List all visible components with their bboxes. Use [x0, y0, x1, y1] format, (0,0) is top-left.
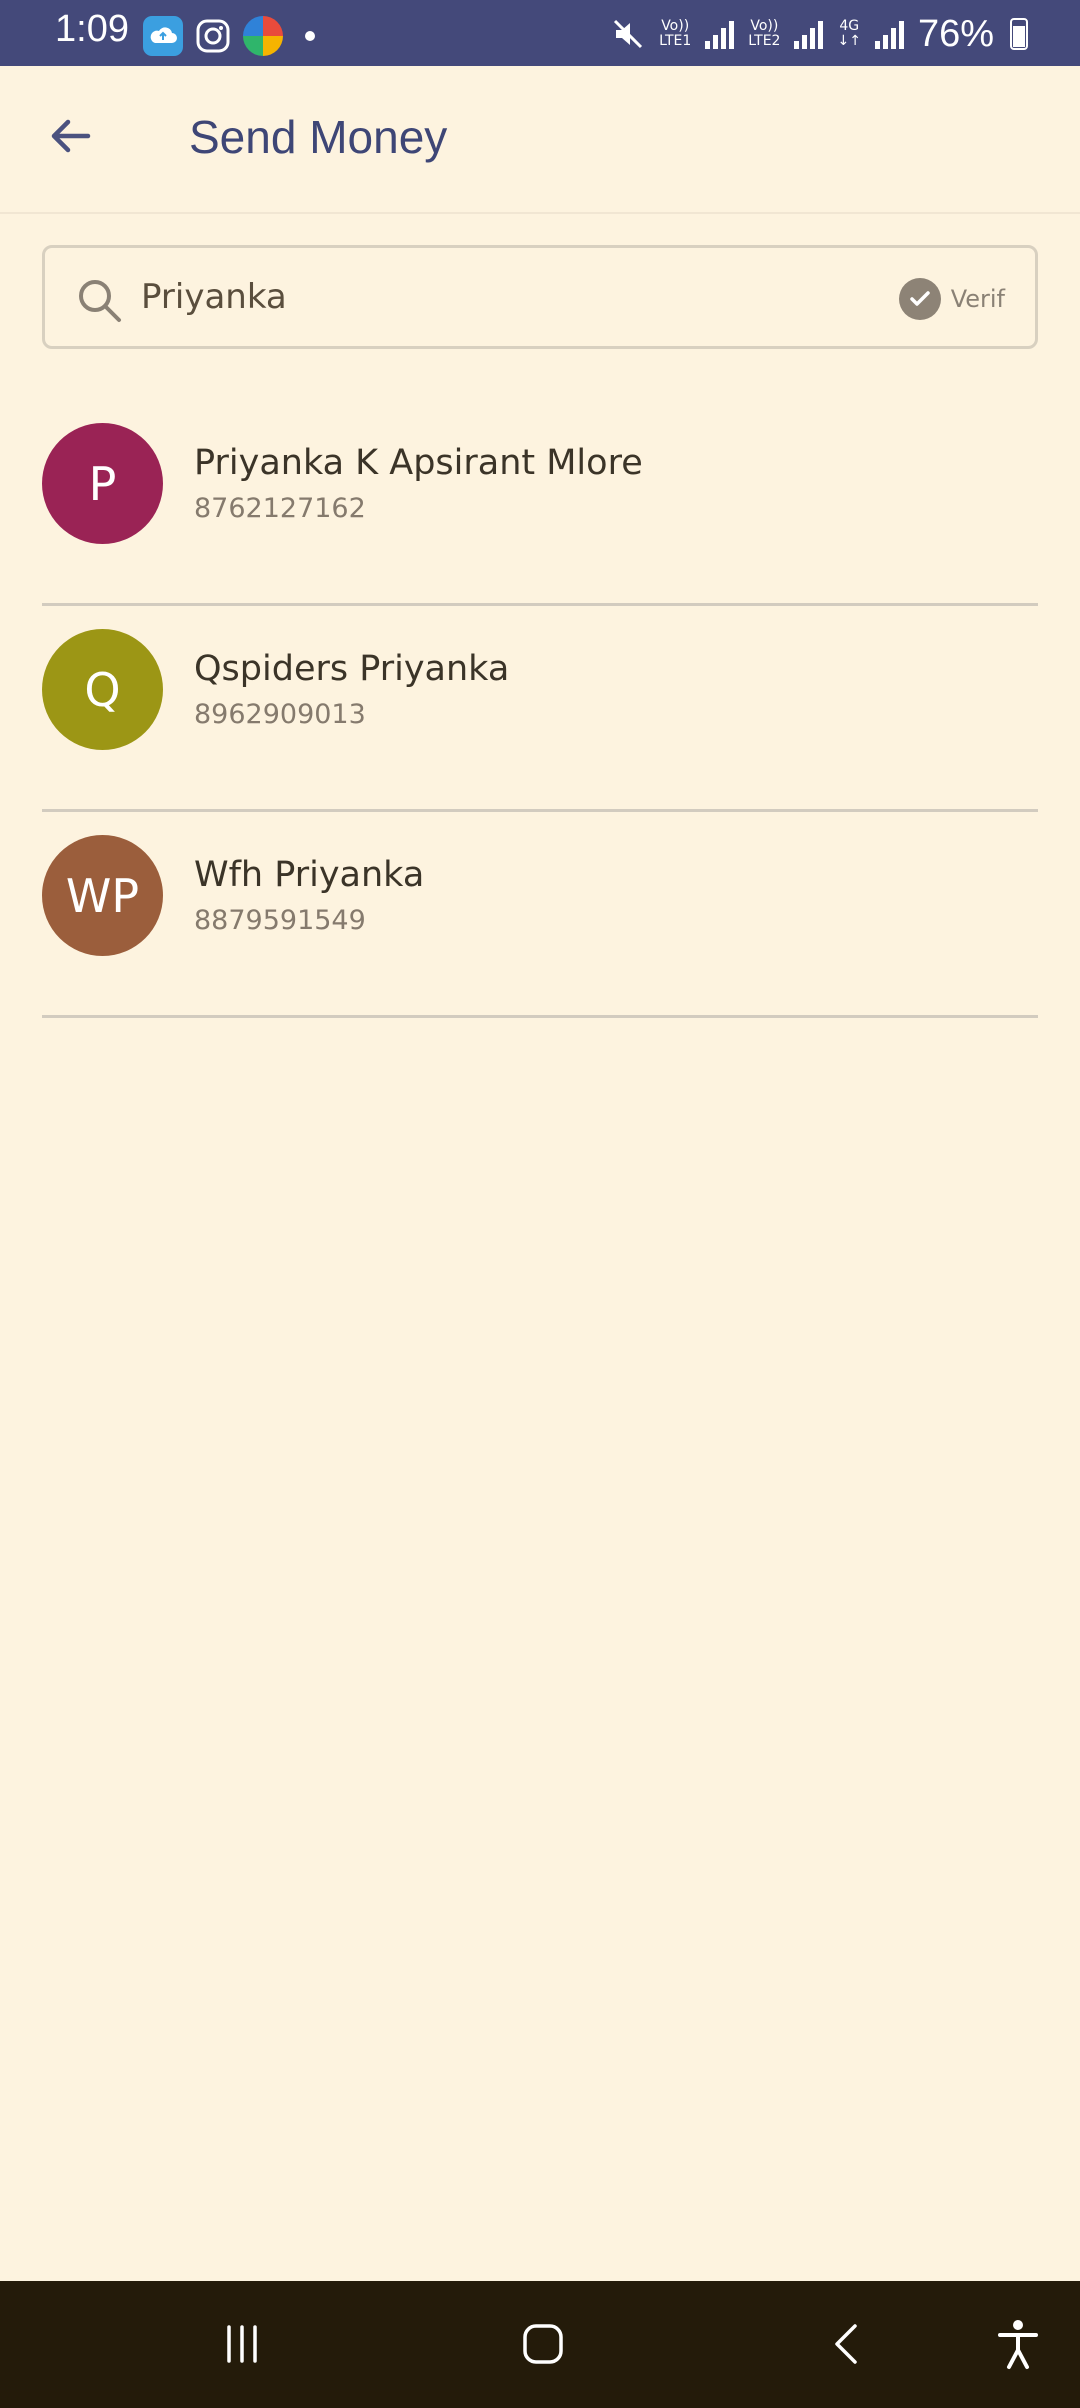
sim2-label: Vo)) LTE2 — [748, 18, 781, 49]
contact-name: Wfh Priyanka — [194, 855, 425, 895]
system-status-icons: Vo)) LTE1 Vo)) LTE2 4G ↓↑ 76% — [611, 10, 1028, 58]
notification-icons — [143, 16, 315, 56]
browser-icon — [243, 16, 283, 56]
arrow-left-icon — [51, 119, 91, 153]
recent-apps-icon — [227, 2325, 257, 2363]
verified-check-icon — [898, 278, 941, 320]
system-navigation-bar — [0, 2281, 1080, 2408]
back-button[interactable] — [38, 104, 102, 168]
verify-label: Verif — [950, 285, 1005, 313]
home-icon — [523, 2324, 563, 2364]
contact-phone: 8762127162 — [194, 493, 366, 524]
accessibility-button[interactable] — [983, 2309, 1053, 2379]
signal-icon — [874, 19, 904, 49]
recent-apps-button[interactable] — [207, 2309, 277, 2379]
back-icon — [835, 2324, 857, 2364]
contact-phone: 8879591549 — [194, 905, 366, 936]
contact-name: Qspiders Priyanka — [194, 649, 510, 689]
battery-charging-icon — [1010, 18, 1028, 50]
battery-percent: 76% — [917, 12, 994, 55]
contact-name: Priyanka K Apsirant Mlore — [194, 443, 643, 483]
verify-filter[interactable]: Verif — [898, 278, 1005, 320]
signal-icon — [705, 19, 735, 49]
search-icon — [79, 280, 121, 322]
cloud-app-icon — [143, 16, 183, 56]
home-button[interactable] — [508, 2309, 578, 2379]
accessibility-icon — [998, 2320, 1038, 2369]
status-time: 1:09 — [55, 8, 129, 50]
contact-item[interactable]: P Priyanka K Apsirant Mlore 8762127162 — [42, 400, 1038, 606]
contact-item[interactable]: Q Qspiders Priyanka 8962909013 — [42, 606, 1038, 812]
contact-item[interactable]: WP Wfh Priyanka 8879591549 — [42, 812, 1038, 1018]
avatar: P — [42, 423, 163, 544]
mute-icon — [614, 19, 643, 49]
page-title: Send Money — [189, 111, 448, 163]
status-bar: 1:09 Vo)) LTE1 Vo)) LTE2 4G ↓↑ 76% — [0, 0, 1080, 66]
contact-list: P Priyanka K Apsirant Mlore 8762127162 Q… — [42, 400, 1038, 1018]
app-header: Send Money — [0, 66, 1080, 214]
instagram-icon — [193, 16, 233, 56]
network-type-label: 4G ↓↑ — [837, 18, 861, 49]
avatar: WP — [42, 835, 163, 956]
back-nav-button[interactable] — [812, 2309, 882, 2379]
avatar: Q — [42, 629, 163, 750]
notification-dot-icon — [305, 31, 315, 41]
search-box[interactable]: Verif — [42, 245, 1038, 349]
contact-phone: 8962909013 — [194, 699, 366, 730]
signal-icon — [794, 19, 824, 49]
sim1-label: Vo)) LTE1 — [659, 18, 692, 49]
search-input[interactable] — [141, 268, 881, 326]
